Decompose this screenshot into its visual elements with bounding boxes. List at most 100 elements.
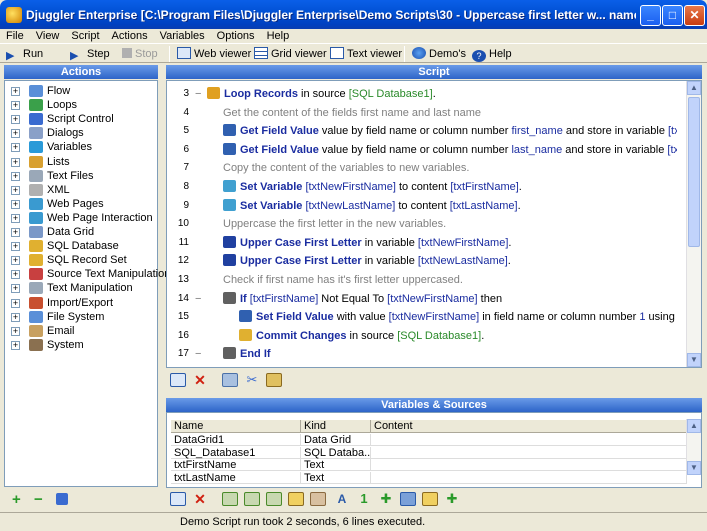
- variables-scrollbar[interactable]: ▲ ▼: [686, 419, 701, 475]
- expand-icon[interactable]: +: [11, 199, 20, 209]
- expand-icon[interactable]: +: [11, 242, 20, 252]
- stop-button[interactable]: Stop: [122, 46, 158, 62]
- script-line[interactable]: 13 Check if first name has it's first let…: [167, 271, 687, 289]
- menu-actions[interactable]: Actions: [106, 29, 154, 43]
- expand-icon[interactable]: +: [11, 270, 20, 280]
- expand-icon[interactable]: +: [11, 157, 20, 167]
- actions-tree-item[interactable]: + Dialogs: [5, 126, 157, 140]
- menu-options[interactable]: Options: [211, 29, 261, 43]
- grid-icon[interactable]: [170, 492, 186, 506]
- add-image-icon[interactable]: [400, 492, 416, 506]
- expand-icon[interactable]: +: [11, 326, 20, 336]
- actions-tree-item[interactable]: + Source Text Manipulation: [5, 267, 170, 281]
- add-item-icon[interactable]: ✚: [378, 492, 394, 506]
- actions-tree-item[interactable]: + SQL Record Set: [5, 253, 157, 267]
- expand-icon[interactable]: +: [11, 185, 20, 195]
- column-header-content[interactable]: Content: [371, 420, 687, 433]
- step-button[interactable]: ▶ Step: [70, 46, 110, 62]
- script-line[interactable]: 11 Upper Case First Letter in variable [t…: [167, 234, 687, 252]
- fold-toggle[interactable]: −: [195, 290, 201, 308]
- actions-tree-item[interactable]: + Script Control: [5, 112, 157, 126]
- vars-scroll-down-icon[interactable]: ▼: [687, 461, 701, 475]
- script-scrollbar[interactable]: ▲ ▼: [686, 81, 701, 367]
- variable-row[interactable]: txtFirstName Text: [171, 459, 687, 471]
- script-line[interactable]: 17− End If: [167, 345, 687, 363]
- script-editor[interactable]: 3− Loop Records in source [SQL Database1]…: [166, 80, 702, 368]
- grid-icon[interactable]: [170, 373, 186, 387]
- expand-icon[interactable]: +: [11, 213, 20, 223]
- actions-tree-item[interactable]: + Web Pages: [5, 197, 157, 211]
- scroll-thumb[interactable]: [688, 97, 700, 247]
- column-header-kind[interactable]: Kind: [301, 420, 371, 433]
- cut-icon[interactable]: ✂: [244, 373, 260, 387]
- expand-icon[interactable]: +: [11, 298, 20, 308]
- add-text-icon[interactable]: A: [334, 492, 350, 506]
- script-line[interactable]: 10 Uppercase the first letter in the new …: [167, 215, 687, 233]
- script-line[interactable]: 15 Set Field Value with value [txtNewFirs…: [167, 308, 687, 326]
- script-line[interactable]: 8 Set Variable [txtNewFirstName] to conte…: [167, 178, 687, 196]
- expand-icon[interactable]: +: [11, 143, 20, 153]
- add-more-icon[interactable]: ✚: [444, 492, 460, 506]
- minimize-button[interactable]: _: [640, 5, 661, 26]
- close-button[interactable]: ✕: [684, 5, 705, 26]
- demos-button[interactable]: Demo's: [412, 46, 466, 62]
- actions-tree-item[interactable]: + Lists: [5, 155, 157, 169]
- actions-tree-item[interactable]: + Web Page Interaction: [5, 211, 157, 225]
- copy-icon[interactable]: [222, 373, 238, 387]
- script-line[interactable]: 5 Get Field Value value by field name or …: [167, 122, 687, 140]
- add-icon[interactable]: +: [12, 491, 21, 508]
- expand-icon[interactable]: +: [11, 256, 20, 266]
- expand-icon[interactable]: +: [11, 87, 20, 96]
- menu-file[interactable]: File: [0, 29, 30, 43]
- menu-script[interactable]: Script: [65, 29, 105, 43]
- web-viewer-button[interactable]: Web viewer: [177, 46, 251, 62]
- script-line[interactable]: 3− Loop Records in source [SQL Database1]…: [167, 85, 687, 103]
- variable-row[interactable]: txtLastName Text: [171, 471, 687, 484]
- actions-tree-item[interactable]: + XML: [5, 183, 157, 197]
- add-database-icon[interactable]: [288, 492, 304, 506]
- script-line[interactable]: 6 Get Field Value value by field name or …: [167, 141, 687, 159]
- actions-tree-item[interactable]: + Text Files: [5, 169, 157, 183]
- delete-icon[interactable]: ✕: [192, 492, 208, 506]
- menu-help[interactable]: Help: [261, 29, 296, 43]
- delete-icon[interactable]: ✕: [192, 373, 208, 387]
- actions-tree-item[interactable]: + System: [5, 338, 157, 352]
- script-line[interactable]: 14− If [txtFirstName] Not Equal To [txtNe…: [167, 290, 687, 308]
- expand-icon[interactable]: +: [11, 340, 20, 350]
- jump-icon[interactable]: [56, 493, 68, 505]
- grid-viewer-button[interactable]: Grid viewer: [254, 46, 327, 62]
- add-number-icon[interactable]: 1: [356, 492, 372, 506]
- expand-icon[interactable]: +: [11, 312, 20, 322]
- actions-tree-item[interactable]: + Text Manipulation: [5, 281, 157, 295]
- actions-tree-item[interactable]: + SQL Database: [5, 239, 157, 253]
- add-grid-icon[interactable]: [266, 492, 282, 506]
- add-file-icon[interactable]: [310, 492, 326, 506]
- column-header-name[interactable]: Name: [171, 420, 301, 433]
- actions-tree-item[interactable]: + File System: [5, 310, 157, 324]
- expand-icon[interactable]: +: [11, 115, 20, 125]
- menu-variables[interactable]: Variables: [154, 29, 211, 43]
- expand-icon[interactable]: +: [11, 101, 20, 111]
- script-line[interactable]: 12 Upper Case First Letter in variable [t…: [167, 252, 687, 270]
- menu-view[interactable]: View: [30, 29, 66, 43]
- add-variable-icon[interactable]: [222, 492, 238, 506]
- add-folder-icon[interactable]: [422, 492, 438, 506]
- actions-tree-item[interactable]: + Email: [5, 324, 157, 338]
- run-button[interactable]: ▶ Run: [6, 46, 43, 62]
- actions-tree-item[interactable]: + Data Grid: [5, 225, 157, 239]
- variable-row[interactable]: SQL_Database1 SQL Databa...: [171, 446, 687, 459]
- actions-tree-item[interactable]: + Flow: [5, 84, 157, 98]
- help-button[interactable]: ? Help: [472, 46, 512, 62]
- expand-icon[interactable]: +: [11, 284, 20, 294]
- text-viewer-button[interactable]: Text viewer: [330, 46, 402, 62]
- script-line[interactable]: 16 Commit Changes in source [SQL Database…: [167, 327, 687, 345]
- vertical-splitter[interactable]: [160, 80, 164, 510]
- expand-icon[interactable]: +: [11, 171, 20, 181]
- maximize-button[interactable]: □: [662, 5, 683, 26]
- paste-icon[interactable]: [266, 373, 282, 387]
- actions-tree-item[interactable]: + Loops: [5, 98, 157, 112]
- script-line[interactable]: 7 Copy the content of the variables to ne…: [167, 159, 687, 177]
- actions-tree-item[interactable]: + Variables: [5, 140, 157, 154]
- script-line[interactable]: 4 Get the content of the fields first nam…: [167, 104, 687, 122]
- variable-row[interactable]: DataGrid1 Data Grid: [171, 434, 687, 446]
